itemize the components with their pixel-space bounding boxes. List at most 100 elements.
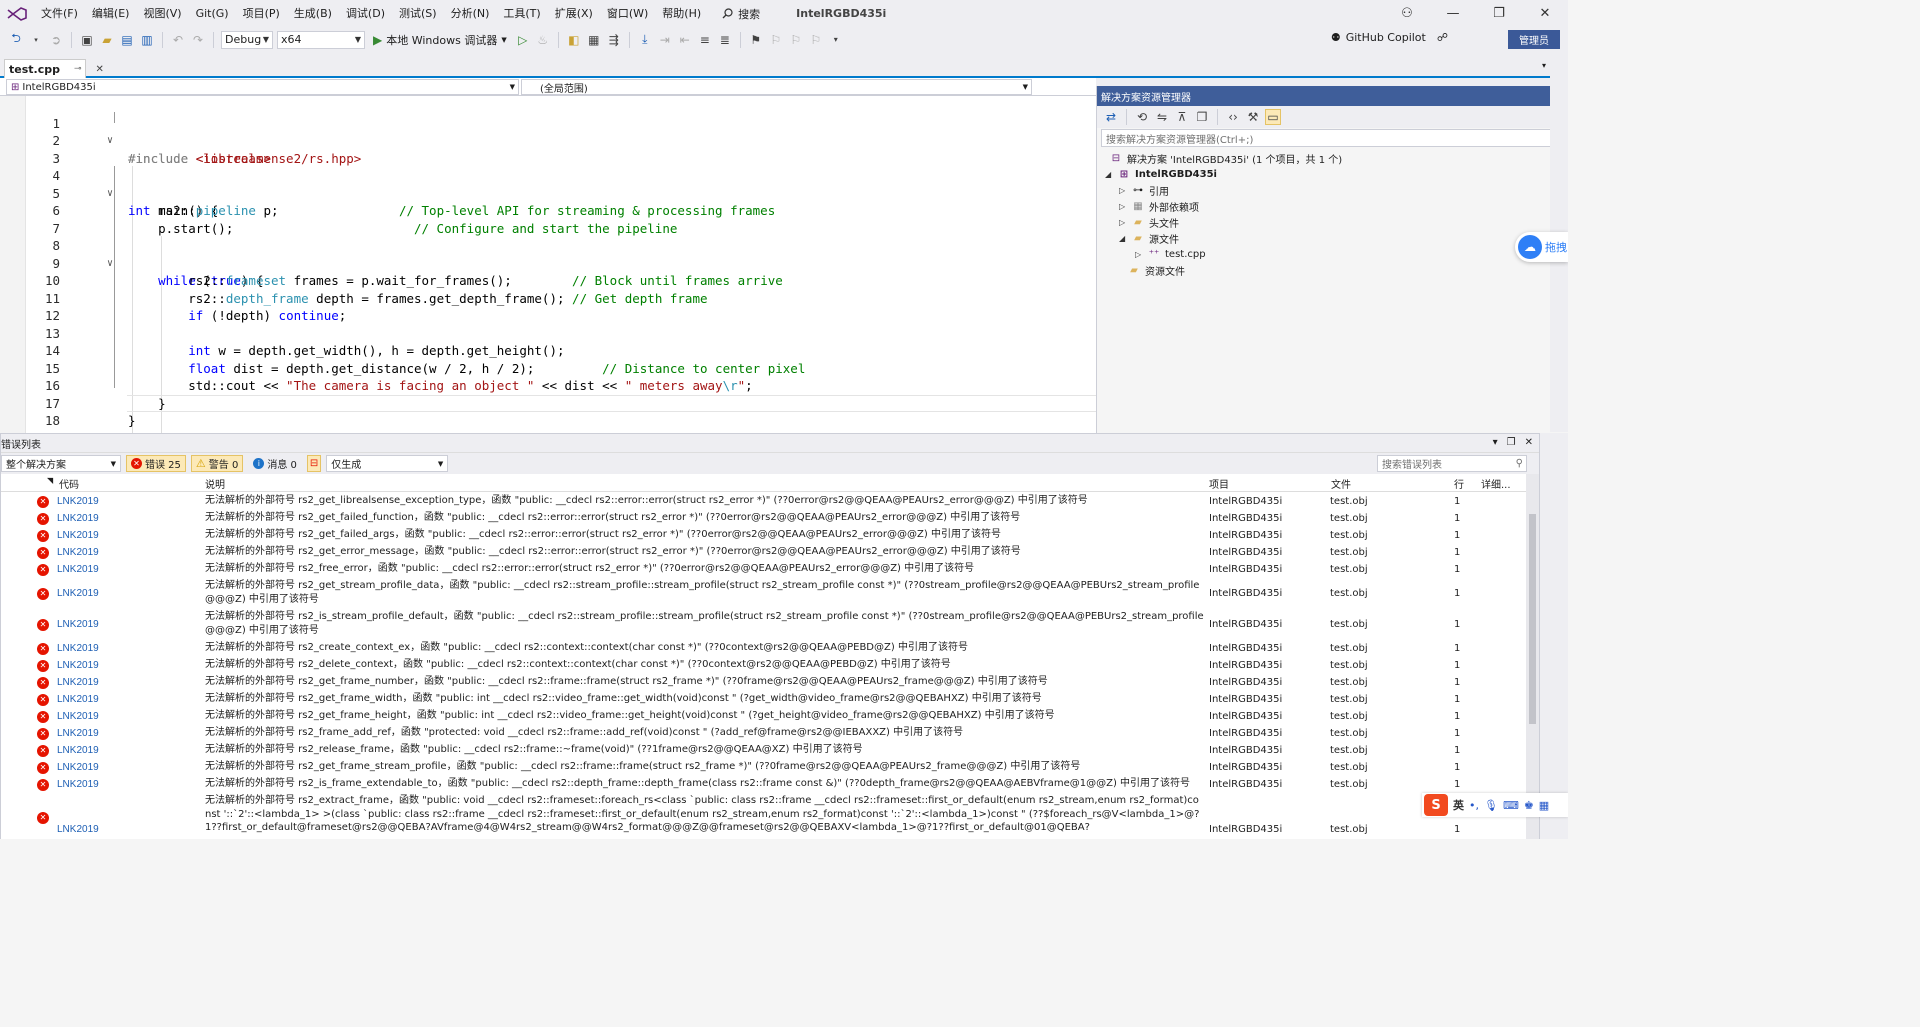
sync-icon[interactable]: ⇋ (1154, 109, 1170, 125)
menu-file[interactable]: 文件(F) (34, 0, 85, 27)
prev-bookmark-icon[interactable]: ⚐ (768, 32, 784, 48)
panel-menu-icon[interactable]: ▾ (1493, 437, 1498, 448)
menu-build[interactable]: 生成(B) (287, 0, 339, 27)
clear-bookmarks-icon[interactable]: ⚐ (808, 32, 824, 48)
tree-item-header-files[interactable]: ▷ ▰ 头文件 (1119, 214, 1179, 230)
tree-item-resource-files[interactable]: ▰ 资源文件 (1127, 262, 1185, 278)
error-code-link[interactable]: LNK2019 (57, 710, 99, 724)
github-copilot-button[interactable]: ⚉ GitHub Copilot ☍ (1331, 31, 1448, 44)
browse-icon[interactable]: ◧ (566, 32, 582, 48)
close-button[interactable]: ✕ (1522, 0, 1568, 27)
error-row[interactable]: ✕ LNK2019 无法解析的外部符号 rs2_get_stream_profile… (1, 578, 1527, 609)
bookmark-icon[interactable]: ⚑ (748, 32, 764, 48)
code-editor[interactable]: 1 ∨ #include <librealsense2/rs.hpp> 2 #i… (0, 96, 1096, 433)
error-row[interactable]: ✕ LNK2019 无法解析的外部符号 rs2_get_error_message，… (1, 544, 1527, 561)
tree-item-references[interactable]: ▷ ⊶ 引用 (1119, 182, 1169, 198)
menu-test[interactable]: 测试(S) (392, 0, 444, 27)
collapsed-icon[interactable]: ▷ (1119, 202, 1127, 211)
error-code-link[interactable]: LNK2019 (57, 744, 99, 758)
error-row[interactable]: ✕ LNK2019 无法解析的外部符号 rs2_is_stream_profile_… (1, 609, 1527, 640)
expanded-icon[interactable]: ◢ (1119, 234, 1127, 243)
error-row[interactable]: ✕ LNK2019 无法解析的外部符号 rs2_is_frame_extendabl… (1, 776, 1527, 793)
hot-reload-icon[interactable]: ♨ (535, 32, 551, 48)
error-code-link[interactable]: LNK2019 (57, 676, 99, 690)
collapsed-icon[interactable]: ▷ (1119, 186, 1127, 195)
ime-language-toggle[interactable]: 英 (1453, 797, 1464, 813)
collapsed-icon[interactable]: ▷ (1135, 250, 1143, 259)
properties-icon[interactable]: ⚒ (1245, 109, 1261, 125)
error-row[interactable]: ✕ LNK2019 无法解析的外部符号 rs2_get_frame_width，函数… (1, 691, 1527, 708)
back-icon[interactable]: ⮌ (8, 31, 24, 48)
error-row[interactable]: ✕ LNK2019 无法解析的外部符号 rs2_get_frame_height，函… (1, 708, 1527, 725)
error-code-link[interactable]: LNK2019 (57, 563, 99, 577)
error-row[interactable]: ✕ LNK2019 无法解析的外部符号 rs2_free_error，函数 "pub… (1, 561, 1527, 578)
error-row[interactable]: ✕ LNK2019 无法解析的外部符号 rs2_extract_frame，函数 "… (1, 793, 1527, 839)
project-node[interactable]: ◢ ⊞ IntelRGBD435i (1105, 166, 1217, 182)
column-header-code[interactable]: 代码 (59, 476, 79, 491)
build-filter-select[interactable]: 仅生成 ▼ (326, 455, 449, 472)
expanded-icon[interactable]: ◢ (1105, 170, 1113, 179)
error-row[interactable]: ✕ LNK2019 无法解析的外部符号 rs2_get_failed_args，函数… (1, 527, 1527, 544)
error-code-link[interactable]: LNK2019 (57, 693, 99, 707)
filter-toggle-button[interactable]: ⊟ (306, 455, 322, 472)
error-code-link[interactable]: LNK2019 (57, 546, 99, 560)
collapse-all-icon[interactable]: ⊼ (1174, 109, 1190, 125)
switch-views-icon[interactable]: ⇄ (1103, 109, 1119, 125)
error-code-link[interactable]: LNK2019 (57, 587, 99, 601)
menu-project[interactable]: 项目(P) (236, 0, 287, 27)
save-icon[interactable]: ▤ (119, 32, 135, 48)
messages-filter-button[interactable]: i 消息 0 (248, 455, 302, 472)
menu-edit[interactable]: 编辑(E) (85, 0, 137, 27)
floating-drag-widget[interactable]: ☁ 拖拽 (1515, 232, 1568, 262)
error-row[interactable]: ✕ LNK2019 无法解析的外部符号 rs2_get_frame_stream_p… (1, 759, 1527, 776)
column-header-details[interactable]: 详细... (1481, 476, 1511, 491)
error-row[interactable]: ✕ LNK2019 无法解析的外部符号 rs2_create_context_ex，… (1, 640, 1527, 657)
menu-extensions[interactable]: 扩展(X) (548, 0, 600, 27)
error-code-link[interactable]: LNK2019 (57, 642, 99, 656)
collapsed-icon[interactable]: ▷ (1119, 218, 1127, 227)
history-icon[interactable]: ⟲ (1134, 109, 1150, 125)
maximize-button[interactable]: ❐ (1476, 0, 1522, 27)
pin-icon[interactable]: ⊸ (74, 64, 82, 74)
error-code-link[interactable]: LNK2019 (57, 512, 99, 526)
menu-view[interactable]: 视图(V) (136, 0, 188, 27)
indent-icon[interactable]: ⇥ (657, 32, 673, 48)
error-list-scrollbar[interactable] (1526, 474, 1539, 839)
column-header-file[interactable]: 文件 (1331, 476, 1351, 491)
global-scope-select[interactable]: (全局范围) ▼ (521, 79, 1032, 95)
tab-overflow-icon[interactable]: ▾ (1542, 61, 1546, 70)
dropdown-arrow-icon[interactable]: ▾ (28, 32, 44, 48)
start-without-debugging-icon[interactable]: ▷ (515, 32, 531, 48)
next-bookmark-icon[interactable]: ⚐ (788, 32, 804, 48)
new-project-icon[interactable]: ▣ (79, 32, 95, 48)
column-header-description[interactable]: 说明 (205, 476, 225, 491)
solution-node[interactable]: ⊟ 解决方案 'IntelRGBD435i' (1 个项目，共 1 个) (1109, 150, 1342, 166)
skin-icon[interactable]: ♚ (1524, 799, 1534, 812)
error-code-link[interactable]: LNK2019 (57, 778, 99, 792)
undo-icon[interactable]: ↶ (170, 32, 186, 48)
save-all-icon[interactable]: ▥ (139, 32, 155, 48)
error-code-link[interactable]: LNK2019 (57, 495, 99, 509)
solution-explorer-search[interactable]: 搜索解决方案资源管理器(Ctrl+;) (1101, 129, 1564, 147)
format-icon[interactable]: ⇶ (606, 32, 622, 48)
solution-config-select[interactable]: Debug ▼ (221, 30, 273, 49)
preview-icon[interactable]: ▭ (1265, 109, 1281, 125)
toolbar-overflow-icon[interactable]: ▾ (828, 32, 844, 48)
menu-help[interactable]: 帮助(H) (655, 0, 708, 27)
keyboard-icon[interactable]: ⌨ (1503, 799, 1519, 812)
punctuation-icon[interactable]: •, (1469, 799, 1479, 812)
comment-icon[interactable]: ≡ (697, 32, 713, 48)
error-row[interactable]: ✕ LNK2019 无法解析的外部符号 rs2_frame_add_ref，函数 "… (1, 725, 1527, 742)
code-view-icon[interactable]: ‹› (1225, 109, 1241, 125)
panel-maximize-icon[interactable]: ❐ (1507, 437, 1516, 448)
minimize-button[interactable]: — (1430, 0, 1476, 27)
panel-close-icon[interactable]: ✕ (1525, 437, 1533, 448)
menu-window[interactable]: 窗口(W) (600, 0, 655, 27)
platform-select[interactable]: x64 ▼ (277, 30, 365, 49)
error-row[interactable]: ✕ LNK2019 无法解析的外部符号 rs2_delete_context，函数 … (1, 657, 1527, 674)
start-debugging-button[interactable]: ▶ 本地 Windows 调试器 ▼ (369, 32, 511, 48)
menu-debug[interactable]: 调试(D) (339, 0, 392, 27)
column-header-project[interactable]: 项目 (1209, 476, 1229, 491)
forward-icon[interactable]: ➲ (48, 32, 64, 48)
column-header-line[interactable]: 行 (1454, 476, 1464, 491)
